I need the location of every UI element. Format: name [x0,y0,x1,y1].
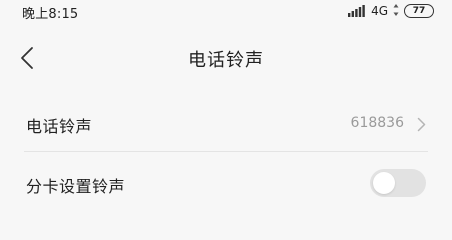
per-sim-ringtone-row: 分卡设置铃声 [0,158,452,210]
signal-bars-icon [348,5,366,17]
battery-icon: 77 [404,4,434,18]
chevron-right-icon [417,117,426,132]
data-arrows-icon [393,3,399,19]
ringtone-value: 618836 [350,115,404,131]
page-title: 电话铃声 [188,50,264,71]
per-sim-ringtone-toggle[interactable] [370,169,426,197]
status-indicators: 4G 77 [348,3,434,19]
ringtone-setting-row[interactable]: 电话铃声 618836 [0,98,452,150]
status-time: 晚上8:15 [22,7,79,22]
toggle-knob [373,172,395,194]
row-divider [24,151,428,152]
battery-level: 77 [412,5,426,16]
status-bar: 晚上8:15 4G 77 [0,0,452,24]
ringtone-label: 电话铃声 [26,117,93,136]
network-type: 4G [371,4,388,18]
per-sim-ringtone-label: 分卡设置铃声 [26,177,126,196]
title-bar: 电话铃声 [0,24,452,94]
